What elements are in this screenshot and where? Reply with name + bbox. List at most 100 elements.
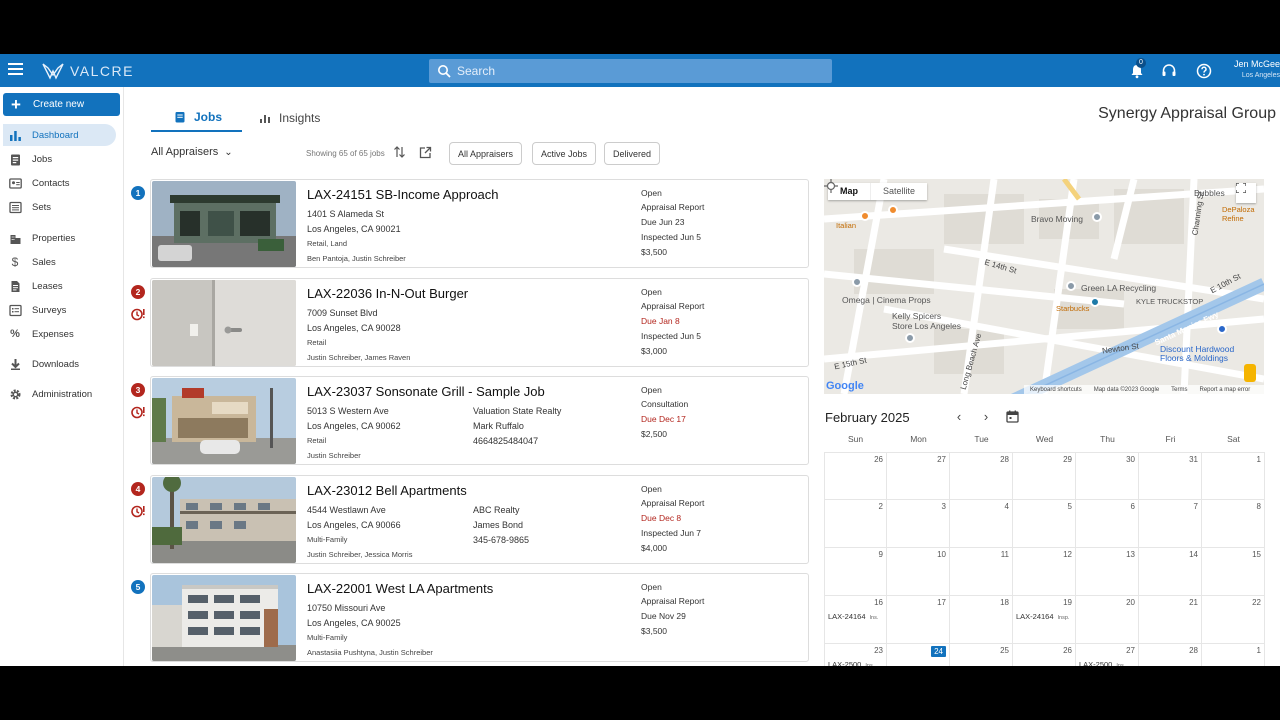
place-pin-icon[interactable]	[905, 333, 915, 343]
sidebar-item-dashboard[interactable]: Dashboard	[3, 124, 116, 146]
hamburger-menu-icon[interactable]	[8, 63, 23, 77]
street-view-pegman-icon[interactable]	[1244, 364, 1256, 382]
calendar-day-cell[interactable]: 21	[1139, 596, 1202, 644]
calendar-day-cell[interactable]: 1	[1202, 452, 1265, 500]
sidebar-item-jobs[interactable]: Jobs	[3, 148, 116, 170]
job-card[interactable]: LAX-22001 West LA Apartments 10750 Missou…	[150, 573, 809, 662]
calendar-day-cell[interactable]: 24	[887, 644, 950, 666]
calendar-day-cell[interactable]: 8	[1202, 500, 1265, 548]
calendar-day-cell[interactable]: 2	[824, 500, 887, 548]
chevron-left-icon[interactable]: ‹	[951, 409, 967, 425]
calendar-event[interactable]: LAX-24164 Ins.	[828, 612, 878, 621]
calendar-day-cell[interactable]: 13	[1076, 548, 1139, 596]
calendar-day-cell[interactable]: 15	[1202, 548, 1265, 596]
job-title[interactable]: LAX-23037 Sonsonate Grill - Sample Job	[307, 384, 545, 399]
create-new-button[interactable]: + Create new	[3, 93, 120, 116]
my-location-icon[interactable]	[824, 179, 838, 193]
appraiser-select[interactable]: All Appraisers ⌄	[151, 146, 233, 158]
calendar-day-cell[interactable]: 29	[1013, 452, 1076, 500]
calendar-day-cell[interactable]: 3	[887, 500, 950, 548]
sort-icon[interactable]	[393, 145, 406, 159]
calendar-day-cell[interactable]: 17	[887, 596, 950, 644]
sidebar-item-administration[interactable]: Administration	[3, 383, 116, 405]
calendar-day-cell[interactable]: 16 LAX-24164 Ins.	[824, 596, 887, 644]
chip-active-jobs[interactable]: Active Jobs	[532, 142, 597, 165]
calendar-day-cell[interactable]: 25	[950, 644, 1013, 666]
tab-insights-label: Insights	[279, 111, 321, 125]
calendar-event[interactable]: LAX-2500 Ins	[1079, 660, 1124, 666]
calendar-event[interactable]: LAX-2500 Ins	[828, 660, 873, 666]
calendar-day-cell[interactable]: 6	[1076, 500, 1139, 548]
map-type-satellite[interactable]: Satellite	[870, 183, 927, 200]
calendar-icon[interactable]	[1006, 410, 1019, 423]
calendar-day-cell[interactable]: 27 LAX-2500 Ins	[1076, 644, 1139, 666]
calendar-day-cell[interactable]: 19 LAX-24164 Insp.	[1013, 596, 1076, 644]
tab-insights[interactable]: Insights	[259, 104, 329, 132]
calendar-day-cell[interactable]: 28	[1139, 644, 1202, 666]
calendar-header: February 2025 ‹ ›	[824, 409, 1264, 429]
job-card[interactable]: LAX-23012 Bell Apartments 4544 Westlawn A…	[150, 474, 809, 564]
job-title[interactable]: LAX-22036 In-N-Out Burger	[307, 286, 468, 301]
fullscreen-icon[interactable]	[1236, 183, 1256, 203]
place-pin-icon[interactable]	[852, 277, 862, 287]
restaurant-pin-icon[interactable]	[888, 205, 898, 215]
job-title[interactable]: LAX-23012 Bell Apartments	[307, 483, 467, 498]
calendar-day-cell[interactable]: 18	[950, 596, 1013, 644]
sidebar-item-properties[interactable]: Properties	[3, 227, 116, 249]
calendar-day-number: 14	[1189, 550, 1198, 559]
sidebar-item-contacts[interactable]: Contacts	[3, 172, 116, 194]
calendar-day-cell[interactable]: 7	[1139, 500, 1202, 548]
calendar-day-cell[interactable]: 22	[1202, 596, 1265, 644]
chevron-right-icon[interactable]: ›	[978, 409, 994, 425]
calendar-day-cell[interactable]: 23 LAX-2500 Ins	[824, 644, 887, 666]
percent-icon: %	[10, 328, 20, 340]
calendar-day-cell[interactable]: 5	[1013, 500, 1076, 548]
sidebar-item-sets[interactable]: Sets	[3, 196, 116, 218]
calendar-day-cell[interactable]: 28	[950, 452, 1013, 500]
calendar-day-cell[interactable]: 26	[824, 452, 887, 500]
calendar-event[interactable]: LAX-24164 Insp.	[1016, 612, 1069, 621]
sidebar-item-surveys[interactable]: Surveys	[3, 299, 116, 321]
job-title[interactable]: LAX-22001 West LA Apartments	[307, 581, 493, 596]
calendar-day-cell[interactable]: 4	[950, 500, 1013, 548]
calendar-day-cell[interactable]: 10	[887, 548, 950, 596]
chip-delivered[interactable]: Delivered	[604, 142, 661, 165]
place-pin-icon[interactable]	[1092, 212, 1102, 222]
calendar-day-cell[interactable]: 1	[1202, 644, 1265, 666]
calendar-day-cell[interactable]: 31	[1139, 452, 1202, 500]
search-input[interactable]	[457, 64, 832, 78]
help-icon[interactable]	[1195, 62, 1213, 80]
job-card[interactable]: LAX-22036 In-N-Out Burger 7009 Sunset Blv…	[150, 277, 809, 367]
map-type-toggle[interactable]: Map Satellite	[828, 183, 928, 200]
sidebar-item-sales[interactable]: $ Sales	[3, 251, 116, 273]
search-bar[interactable]	[429, 59, 832, 83]
calendar-day-cell[interactable]: 20	[1076, 596, 1139, 644]
transit-pin-icon[interactable]	[1090, 297, 1100, 307]
job-title[interactable]: LAX-24151 SB-Income Approach	[307, 187, 499, 202]
calendar-day-cell[interactable]: 12	[1013, 548, 1076, 596]
support-headset-icon[interactable]	[1160, 62, 1178, 80]
sidebar-item-expenses[interactable]: % Expenses	[3, 323, 116, 345]
place-pin-icon[interactable]	[1066, 281, 1076, 291]
calendar-day-cell[interactable]: 11	[950, 548, 1013, 596]
calendar-day-cell[interactable]: 27	[887, 452, 950, 500]
calendar-day-cell[interactable]: 26	[1013, 644, 1076, 666]
user-menu[interactable]: Jen McGee Los Angeles	[1228, 59, 1280, 81]
calendar-day-cell[interactable]: 14	[1139, 548, 1202, 596]
calendar-day-cell[interactable]: 9	[824, 548, 887, 596]
restaurant-pin-icon[interactable]	[860, 211, 870, 221]
sidebar-item-downloads[interactable]: Downloads	[3, 353, 116, 375]
terms-link[interactable]: Terms	[1171, 387, 1187, 393]
store-pin-icon[interactable]	[1217, 324, 1227, 334]
job-card[interactable]: LAX-24151 SB-Income Approach 1401 S Alame…	[150, 179, 809, 268]
open-external-icon[interactable]	[419, 146, 432, 159]
tab-jobs[interactable]: Jobs	[151, 104, 242, 132]
map[interactable]: Map Satellite Bubbles Bravo Moving E 14t…	[824, 179, 1264, 394]
calendar-day-cell[interactable]: 30	[1076, 452, 1139, 500]
report-error-link[interactable]: Report a map error	[1200, 387, 1251, 393]
job-card[interactable]: LAX-23037 Sonsonate Grill - Sample Job 50…	[150, 376, 809, 465]
keyboard-shortcuts-link[interactable]: Keyboard shortcuts	[1030, 387, 1082, 393]
valcre-logo[interactable]: VALCRE	[42, 61, 134, 81]
sidebar-item-leases[interactable]: Leases	[3, 275, 116, 297]
chip-all-appraisers[interactable]: All Appraisers	[449, 142, 523, 165]
